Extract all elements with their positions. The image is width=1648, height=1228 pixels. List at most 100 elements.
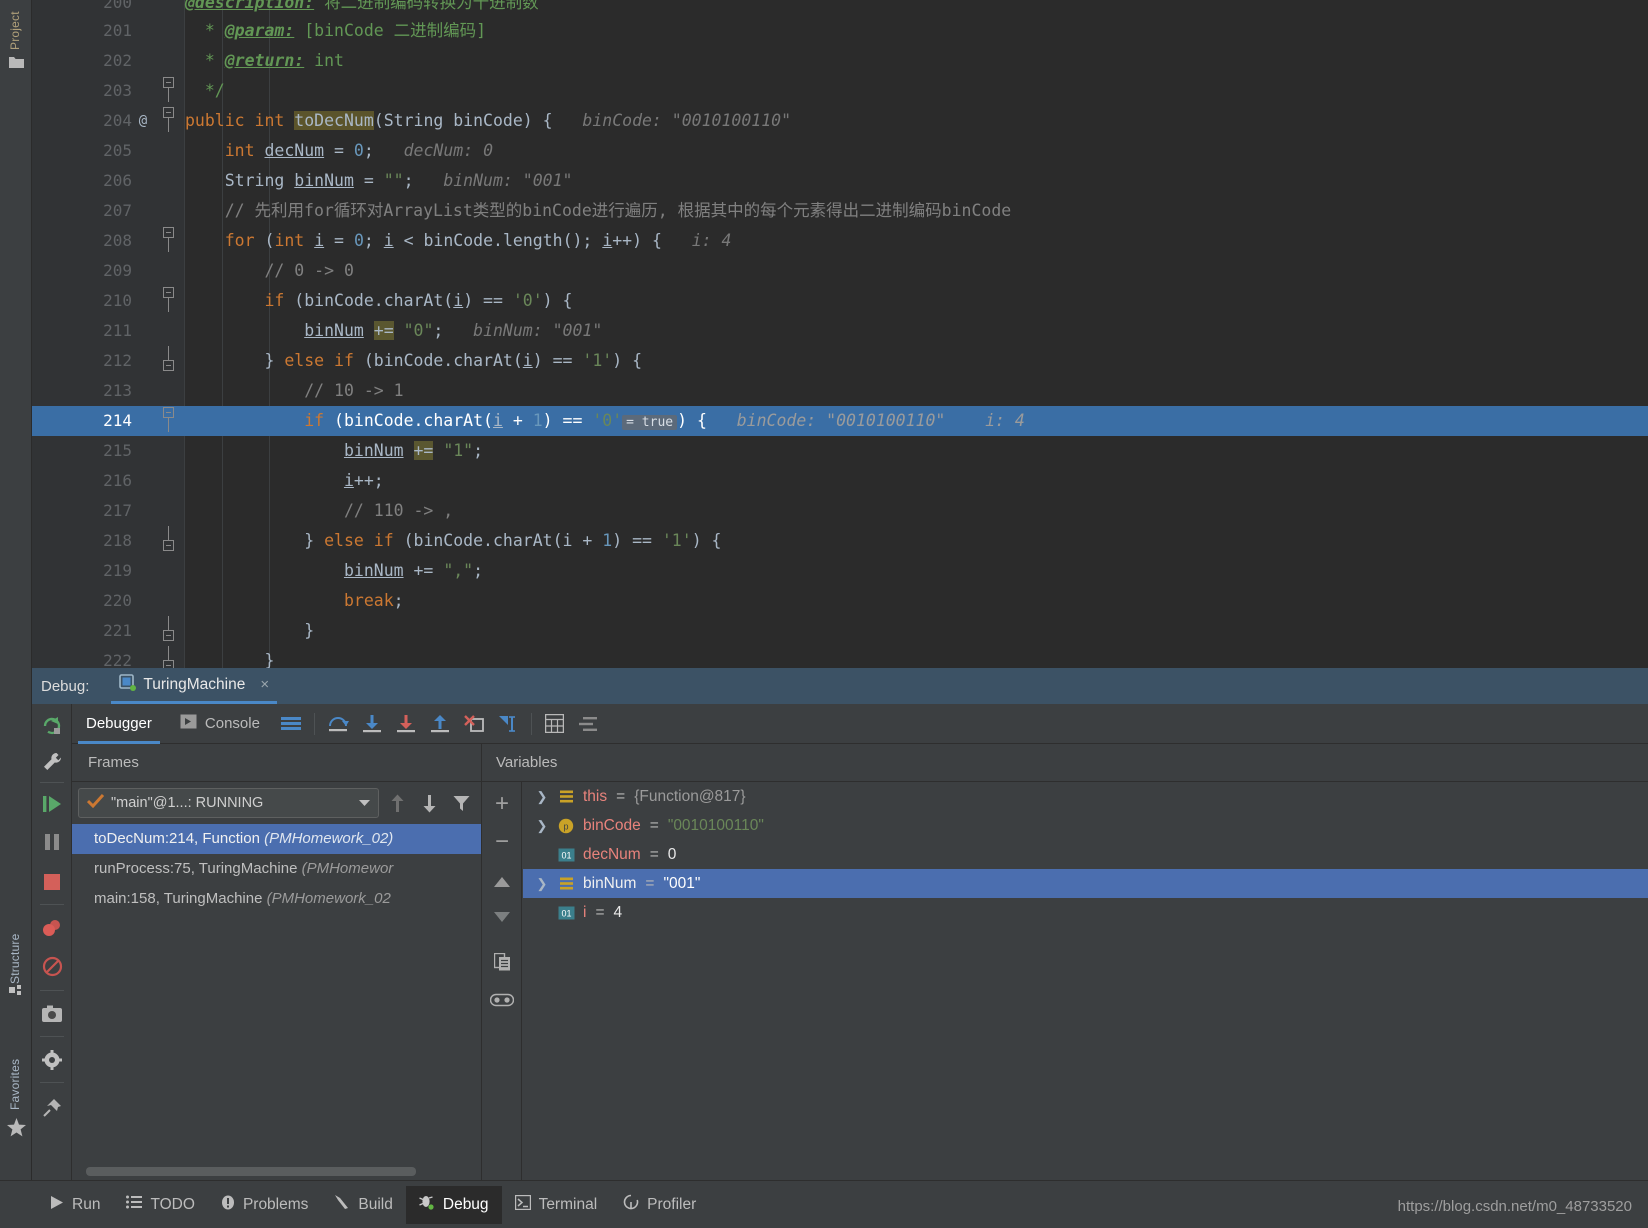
tab-debugger[interactable]: Debugger	[72, 704, 166, 744]
chevron-right-icon[interactable]: ❯	[535, 811, 549, 840]
tab-console[interactable]: Console	[166, 704, 274, 744]
inspect-icon[interactable]	[490, 988, 514, 1012]
camera-icon[interactable]	[40, 1002, 64, 1026]
variable-row[interactable]: ❯01i=4	[523, 898, 1648, 927]
code-line[interactable]: 204@public int toDecNum(String binCode) …	[32, 106, 1648, 136]
resume-program-icon[interactable]	[40, 792, 64, 816]
frame-row[interactable]: main:158, TuringMachine (PMHomework_02	[72, 884, 481, 914]
status-item-terminal[interactable]: Terminal	[502, 1186, 611, 1224]
structure-icon[interactable]	[6, 980, 26, 1000]
code-line[interactable]: 210 if (binCode.charAt(i) == '0') {	[32, 286, 1648, 316]
code-token: '0'	[592, 411, 622, 430]
chevron-right-icon[interactable]: ❯	[535, 782, 549, 811]
chevron-right-icon[interactable]: ❯	[535, 869, 549, 898]
move-down-icon[interactable]	[490, 904, 514, 928]
chevron-down-icon	[359, 795, 370, 811]
mute-breakpoints-icon[interactable]	[40, 954, 64, 978]
code-line[interactable]: 221 }	[32, 616, 1648, 646]
code-line[interactable]: 219 binNum += ",";	[32, 556, 1648, 586]
gear-icon[interactable]	[40, 1048, 64, 1072]
frames-filter-icon[interactable]	[447, 789, 475, 817]
pause-program-icon[interactable]	[40, 830, 64, 854]
line-number: 216	[32, 466, 132, 496]
line-number: 201	[32, 16, 132, 46]
folder-icon[interactable]	[6, 52, 26, 72]
thread-selector[interactable]: "main"@1...: RUNNING	[78, 788, 379, 818]
add-watch-icon[interactable]: +	[490, 792, 514, 816]
run-to-cursor-icon[interactable]	[491, 704, 525, 744]
code-fold-icon[interactable]	[162, 646, 174, 668]
code-token	[185, 471, 344, 490]
code-line[interactable]: 212 } else if (binCode.charAt(i) == '1')…	[32, 346, 1648, 376]
frames-list[interactable]: toDecNum:214, Function (PMHomework_02)ru…	[72, 824, 481, 914]
rerun-icon[interactable]	[40, 714, 64, 738]
move-up-icon[interactable]	[490, 870, 514, 894]
code-text: // 110 -> ,	[185, 496, 453, 526]
code-line[interactable]: 215 binNum += "1";	[32, 436, 1648, 466]
code-line[interactable]: 216 i++;	[32, 466, 1648, 496]
code-token: ;	[364, 231, 384, 250]
sidebar-tab-structure[interactable]: Structure	[0, 900, 31, 984]
sidebar-tab-project[interactable]: Project	[0, 4, 31, 50]
evaluate-expression-icon[interactable]	[538, 704, 572, 744]
frame-row[interactable]: runProcess:75, TuringMachine (PMHomewor	[72, 854, 481, 884]
variable-row[interactable]: ❯01decNum=0	[523, 840, 1648, 869]
code-line[interactable]: 202 * @return: int	[32, 46, 1648, 76]
code-token	[404, 441, 414, 460]
code-line[interactable]: 206 String binNum = ""; binNum: "001"	[32, 166, 1648, 196]
frame-row[interactable]: toDecNum:214, Function (PMHomework_02)	[72, 824, 481, 854]
code-line[interactable]: 207 // 先利用for循环对ArrayList类型的binCode进行遍历,…	[32, 196, 1648, 226]
frames-down-icon[interactable]	[415, 789, 443, 817]
step-out-icon[interactable]	[423, 704, 457, 744]
code-editor[interactable]: 200@description: 将二进制编码转换为十进制数201 * @par…	[32, 0, 1648, 668]
code-line[interactable]: 217 // 110 -> ,	[32, 496, 1648, 526]
status-item-problems[interactable]: Problems	[208, 1186, 321, 1224]
frames-up-icon[interactable]	[383, 789, 411, 817]
settings-wrench-icon[interactable]	[40, 750, 64, 774]
close-icon[interactable]: ×	[260, 676, 269, 693]
status-bar: Run TODO Problems	[0, 1180, 1648, 1228]
code-line[interactable]: 205 int decNum = 0; decNum: 0	[32, 136, 1648, 166]
code-line[interactable]: 203 */	[32, 76, 1648, 106]
settings-list-icon[interactable]	[572, 704, 606, 744]
drop-frame-icon[interactable]	[457, 704, 491, 744]
variable-row[interactable]: ❯pbinCode="0010100110"	[523, 811, 1648, 840]
code-line[interactable]: 200@description: 将二进制编码转换为十进制数	[32, 0, 1648, 16]
override-annotation-icon[interactable]: @	[132, 106, 154, 136]
code-text: if (binCode.charAt(i) == '0') {	[185, 286, 572, 316]
step-over-icon[interactable]	[321, 704, 355, 744]
pin-icon[interactable]	[40, 1096, 64, 1120]
code-line[interactable]: 218 } else if (binCode.charAt(i + 1) == …	[32, 526, 1648, 556]
status-item-profiler[interactable]: Profiler	[610, 1186, 709, 1224]
view-breakpoints-icon[interactable]	[40, 916, 64, 940]
force-step-into-icon[interactable]	[389, 704, 423, 744]
variable-value: {Function@817}	[634, 782, 745, 811]
variable-equals: =	[650, 840, 659, 869]
layout-settings-icon[interactable]	[274, 704, 308, 744]
status-item-todo[interactable]: TODO	[113, 1186, 208, 1224]
frames-horizontal-scrollbar[interactable]	[86, 1167, 416, 1176]
code-line[interactable]: 201 * @param: [binCode 二进制编码]	[32, 16, 1648, 46]
code-token: [binCode 二进制编码]	[294, 21, 486, 40]
remove-watch-icon[interactable]: −	[490, 830, 514, 854]
copy-icon[interactable]	[490, 950, 514, 974]
status-item-debug[interactable]: Debug	[406, 1186, 502, 1224]
code-line[interactable]: 222 }	[32, 646, 1648, 668]
stop-icon[interactable]	[40, 870, 64, 894]
variables-list[interactable]: ❯this={Function@817}❯pbinCode="001010011…	[523, 782, 1648, 1180]
code-line[interactable]: 208 for (int i = 0; i < binCode.length()…	[32, 226, 1648, 256]
code-line-current[interactable]: 214 if (binCode.charAt(i + 1) == '0'= tr…	[32, 406, 1648, 436]
debug-session-tab[interactable]: TuringMachine ×	[111, 668, 277, 704]
sidebar-tab-favorites[interactable]: Favorites	[0, 1020, 31, 1110]
code-line[interactable]: 213 // 10 -> 1	[32, 376, 1648, 406]
code-line[interactable]: 209 // 0 -> 0	[32, 256, 1648, 286]
status-item-run[interactable]: Run	[36, 1186, 113, 1224]
code-line[interactable]: 220 break;	[32, 586, 1648, 616]
variable-row[interactable]: ❯this={Function@817}	[523, 782, 1648, 811]
step-into-icon[interactable]	[355, 704, 389, 744]
star-icon[interactable]	[6, 1117, 26, 1137]
status-item-build[interactable]: Build	[321, 1186, 405, 1224]
line-number: 217	[32, 496, 132, 526]
code-line[interactable]: 211 binNum += "0"; binNum: "001"	[32, 316, 1648, 346]
variable-row[interactable]: ❯binNum="001"	[523, 869, 1648, 898]
